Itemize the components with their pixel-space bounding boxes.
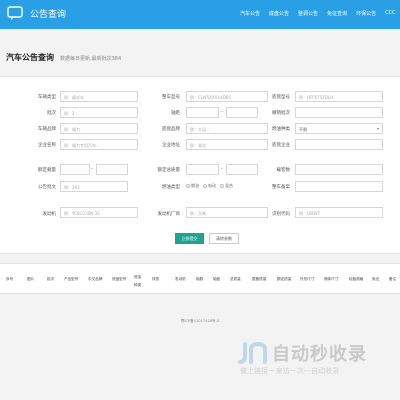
engine-label: 发动机 [42,212,57,217]
range-dash: - [221,166,223,172]
rated-weight-min-input[interactable] [60,164,90,175]
fuel-select-value: 不限 [299,127,307,132]
column-header: 轴数 [196,277,204,281]
column-header: 产品型号 [64,277,79,281]
chassis-model-input[interactable]: 例：HFF6751DLH [295,91,383,102]
vin-input[interactable]: 例：LBDVT [295,207,383,218]
column-header: 发动机 [175,277,186,281]
column-header: 额定质量 [277,277,292,281]
rated-weight-max-input[interactable] [96,164,128,175]
vehicle-type-input[interactable]: 例：厢式车 [60,91,138,102]
remark-input[interactable] [295,181,383,192]
column-header: 轴距 [213,277,221,281]
column-header: 排放 [152,277,160,281]
nav-item-ccc[interactable]: CCC [385,10,395,17]
column-header: 备注 [389,277,397,281]
nav-item-adjust-notice[interactable]: 整调公告 [298,10,318,17]
column-header: 轮胎规格 [349,277,364,281]
column-header: 燃油种类 [134,275,142,287]
company-input[interactable]: 例：福力专用汽车... [60,139,138,150]
engine-input[interactable]: 例：YC6G230N-30 [60,207,138,218]
column-header: 外形尺寸 [300,277,315,281]
column-header: 整备质量 [252,277,267,281]
radio-hybrid[interactable]: 混合 [220,183,233,189]
pending-batch-input[interactable] [295,107,383,118]
range-dash: - [221,109,223,115]
fuel-label: 燃油种类 [272,127,290,132]
chassis-brand-label: 底盘品牌 [162,127,180,132]
watermark-subtitle: 做上链接---来访一次---自动收录 [240,367,340,375]
wheelbase-label: 轴距 [171,111,180,116]
batch-label: 批次 [47,111,56,116]
column-header: 批次 [47,277,55,281]
chassis-company-label: 底盘企业 [272,143,290,148]
chassis-model-label: 底盘型号 [272,95,290,100]
brand-label: 车辆品牌 [38,127,56,132]
page-header: 汽车公告查询 数据每日更新,最新批次384 [6,52,121,63]
app-title: 公告查询 [30,10,67,20]
engine-maker-label: 发动机厂商 [157,212,181,217]
range-dash: - [91,166,93,172]
seats-input[interactable] [295,164,383,175]
top-bar: 公告查询 汽车公告 底盘公告 整调公告 免征查询 环保公告 CCC [0,0,400,29]
column-header: 厢体尺寸 [324,277,339,281]
eco-type-radio-group: 燃油 电动 混合 [186,183,233,189]
rated-weight-label: 额定载量 [38,168,56,173]
watermark-title: 自动秒收录 [272,344,367,365]
vehicle-type-label: 车辆类型 [38,95,56,100]
nav-item-chassis-notice[interactable]: 底盘公告 [269,10,289,17]
page-title: 汽车公告查询 [6,53,54,62]
radio-electric[interactable]: 电动 [203,183,216,189]
watermark-logo-icon [238,341,267,364]
column-header: 图片 [27,277,35,281]
icp-footer: 鄂ICP备12017428号-4 [180,319,220,323]
column-header: 免征 [372,277,380,281]
nav-item-eco-notice[interactable]: 环保公告 [356,10,376,17]
wheelbase-min-input[interactable] [186,107,219,118]
watermark: 自动秒收录 做上链接---来访一次---自动收录 [236,338,386,386]
reset-button[interactable]: 清除参数 [209,233,239,244]
nav-item-vehicle-notice[interactable]: 汽车公告 [240,10,260,17]
total-weight-label: 额定总质量 [157,168,181,173]
chat-bubble-logo-icon [7,6,23,20]
fuel-select[interactable]: 不限 ▾ [295,123,383,134]
batch-input[interactable]: 例：2 [60,107,138,118]
notice-no-input[interactable]: 例：293 [60,181,128,192]
eco-type-label: 燃油类型 [162,185,180,190]
column-header: 中文品牌 [88,277,103,281]
chassis-company-input[interactable] [295,139,383,150]
top-nav: 汽车公告 底盘公告 整调公告 免征查询 环保公告 CCC [240,10,396,17]
column-header: 总质量 [230,277,241,281]
notice-no-label: 公告批文 [38,185,56,190]
seats-label: 载客数 [276,168,291,173]
column-header: 序号 [6,277,14,281]
total-weight-min-input[interactable] [186,164,219,175]
column-header: 底盘型号 [112,277,127,281]
pending-batch-label: 撤销批次 [272,111,290,116]
nav-item-tax-exempt[interactable]: 免征查询 [327,10,347,17]
company-label: 企业名称 [38,143,56,148]
vehicle-model-label: 整车型号 [162,95,180,100]
company-address-label: 企业地址 [162,143,180,148]
chevron-down-icon: ▾ [376,126,379,131]
submit-button[interactable]: 立即提交 [175,233,204,244]
remark-label: 整车备案 [272,185,290,190]
brand-input[interactable]: 例：福力 [60,123,138,134]
vin-label: 识别代码 [272,212,290,217]
radio-fuel[interactable]: 燃油 [186,183,199,189]
page-subtitle: 数据每日更新,最新批次384 [60,56,122,62]
results-table-header: 序号 图片 批次 产品型号 中文品牌 底盘型号 燃油种类 排放 发动机 轴数 轴… [0,263,400,294]
